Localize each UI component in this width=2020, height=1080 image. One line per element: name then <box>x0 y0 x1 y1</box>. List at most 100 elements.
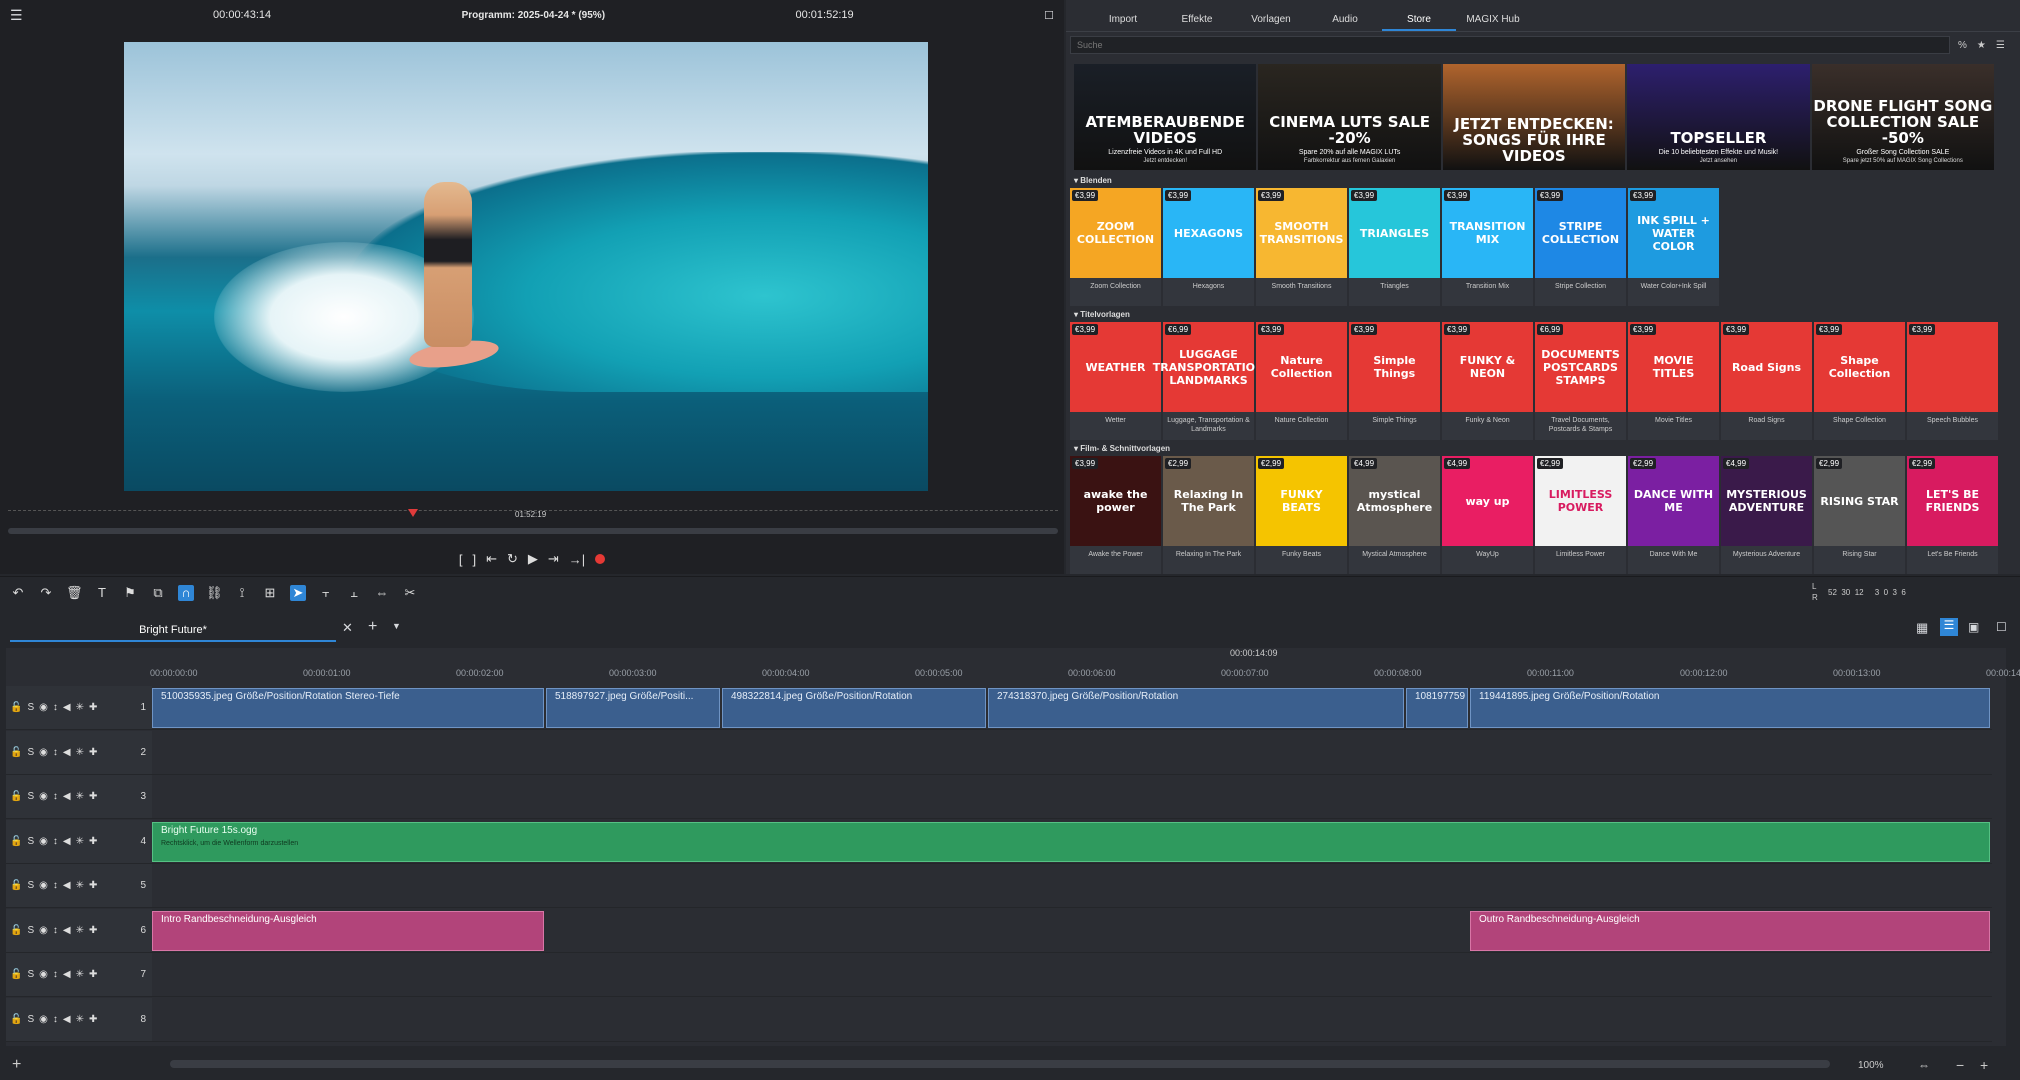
volume-icon[interactable]: ↕ <box>53 1014 58 1025</box>
store-item[interactable]: Shape Collection €3,99 Shape Collection <box>1814 322 1905 440</box>
link-icon[interactable]: ⛓ <box>206 585 223 601</box>
solo-icon[interactable]: S <box>27 747 34 758</box>
fx-icon[interactable]: ✳ <box>76 791 84 802</box>
track-lane[interactable]: Intro Randbeschneidung-Ausgleich Outro Ra… <box>152 908 1992 953</box>
scrub-track[interactable] <box>8 528 1058 534</box>
fx-icon[interactable]: ✳ <box>76 747 84 758</box>
zoom-out-icon[interactable]: − <box>1956 1057 1964 1073</box>
store-banner[interactable]: ATEMBERAUBENDE VIDEOS Lizenzfreie Videos … <box>1074 64 1257 170</box>
solo-icon[interactable]: S <box>27 880 34 891</box>
store-item[interactable]: Relaxing In The Park €2,99 Relaxing In The… <box>1163 456 1254 574</box>
eye-icon[interactable]: ◉ <box>39 880 48 891</box>
mute-icon[interactable]: ◀ <box>63 1014 71 1025</box>
zoom-fit-icon[interactable]: ⇔ <box>1918 1058 1930 1072</box>
store-item[interactable]: LUGGAGE TRANSPORTATION LANDMARKS €6,99 Lug… <box>1153 322 1264 440</box>
store-item[interactable]: WEATHER €3,99 Wetter <box>1070 322 1161 440</box>
audio-clip[interactable]: Bright Future 15s.ogg Rechtsklick, um die… <box>152 821 1990 862</box>
mute-icon[interactable]: ◀ <box>63 702 71 713</box>
add-tab-icon[interactable]: + <box>368 618 377 636</box>
pointer-icon[interactable]: ➤ <box>290 584 306 601</box>
move-icon[interactable]: ✚ <box>89 1014 97 1025</box>
store-banner[interactable]: JETZT ENTDECKEN: SONGS FÜR IHRE VIDEOS <box>1442 64 1626 170</box>
store-item[interactable]: ZOOM COLLECTION €3,99 Zoom Collection <box>1070 188 1161 306</box>
tab-store[interactable]: Store <box>1382 10 1456 31</box>
track-lane[interactable]: Bright Future 15s.ogg Rechtsklick, um die… <box>152 819 1992 864</box>
volume-icon[interactable]: ↕ <box>53 747 58 758</box>
cut-icon[interactable]: ✂ <box>402 585 418 601</box>
move-icon[interactable]: ✚ <box>89 702 97 713</box>
section-label[interactable]: ▾ Film- & Schnittvorlagen <box>1074 444 1170 453</box>
chevron-down-icon[interactable]: ▼ <box>392 621 401 631</box>
store-banner[interactable]: CINEMA LUTS SALE -20% Spare 20% auf alle … <box>1258 64 1441 170</box>
store-item[interactable]: MYSTERIOUS ADVENTURE €4,99 Mysterious Adve… <box>1721 456 1812 574</box>
track-lane[interactable] <box>152 997 1992 1042</box>
record-icon[interactable] <box>595 554 606 564</box>
mark-out-icon[interactable]: ] <box>472 552 476 567</box>
percent-icon[interactable]: % <box>1958 40 1967 51</box>
next-marker-icon[interactable]: ⇥ <box>548 551 559 567</box>
video-frame[interactable] <box>124 42 928 491</box>
store-item[interactable]: awake the power €3,99 Awake the Power <box>1070 456 1161 574</box>
stretch-icon[interactable]: ⇔ <box>374 585 390 601</box>
volume-icon[interactable]: ↕ <box>53 880 58 891</box>
redo-icon[interactable]: ↷ <box>38 585 54 601</box>
lock-icon[interactable]: 🔓 <box>10 880 22 891</box>
text-icon[interactable]: T <box>94 585 110 601</box>
volume-icon[interactable]: ↕ <box>53 836 58 847</box>
mute-icon[interactable]: ◀ <box>63 791 71 802</box>
section-label[interactable]: ▾ Titelvorlagen <box>1074 310 1130 319</box>
volume-icon[interactable]: ↕ <box>53 791 58 802</box>
track-lane[interactable] <box>152 864 1992 908</box>
fx-icon[interactable]: ✳ <box>76 969 84 980</box>
mute-icon[interactable]: ◀ <box>63 969 71 980</box>
move-icon[interactable]: ✚ <box>89 880 97 891</box>
store-item[interactable]: LIMITLESS POWER €2,99 Limitless Power <box>1535 456 1626 574</box>
fx-icon[interactable]: ✳ <box>76 925 84 936</box>
unlink-icon[interactable]: ⟟ <box>234 585 250 601</box>
ripple-icon[interactable]: ⫠ <box>346 585 362 601</box>
preview-scrubber[interactable]: 01:52:19 <box>0 500 1064 544</box>
eye-icon[interactable]: ◉ <box>39 836 48 847</box>
tab-audio[interactable]: Audio <box>1308 10 1382 31</box>
lock-icon[interactable]: 🔓 <box>10 791 22 802</box>
store-item[interactable]: RISING STAR €2,99 Rising Star <box>1814 456 1905 574</box>
banner-carousel[interactable]: ATEMBERAUBENDE VIDEOS Lizenzfreie Videos … <box>1074 64 1995 170</box>
section-label[interactable]: ▾ Blenden <box>1074 176 1112 185</box>
video-clip[interactable]: 510035935.jpeg Größe/Position/Rotation S… <box>152 688 544 728</box>
store-item[interactable]: FUNKY & NEON €3,99 Funky & Neon <box>1442 322 1533 440</box>
track-lane[interactable] <box>152 775 1992 819</box>
fx-icon[interactable]: ✳ <box>76 1014 84 1025</box>
move-icon[interactable]: ✚ <box>89 747 97 758</box>
go-start-icon[interactable]: ⇤ <box>486 551 497 567</box>
delete-icon[interactable]: 🗑 <box>66 585 83 601</box>
zoom-in-icon[interactable]: + <box>1980 1057 1988 1073</box>
mute-icon[interactable]: ◀ <box>63 747 71 758</box>
project-tab[interactable]: Bright Future* <box>10 620 336 642</box>
title-clip[interactable]: Outro Randbeschneidung-Ausgleich <box>1470 910 1990 951</box>
solo-icon[interactable]: S <box>27 969 34 980</box>
video-clip[interactable]: 274318370.jpeg Größe/Position/Rotation <box>988 688 1404 728</box>
close-tab-icon[interactable]: ✕ <box>342 620 353 636</box>
split-icon[interactable]: ⧉ <box>150 585 166 601</box>
store-search-input[interactable]: Suche <box>1070 36 1950 54</box>
undo-icon[interactable]: ↶ <box>10 585 26 601</box>
tab-effekte[interactable]: Effekte <box>1160 10 1234 31</box>
track-lane[interactable]: 510035935.jpeg Größe/Position/Rotation S… <box>152 686 1992 730</box>
storyboard-view-icon[interactable]: ▦ <box>1916 620 1928 636</box>
fx-icon[interactable]: ✳ <box>76 836 84 847</box>
tab-import[interactable]: Import <box>1086 10 1160 31</box>
horizontal-scrollbar[interactable] <box>170 1060 1830 1068</box>
play-icon[interactable]: ▶ <box>528 551 538 567</box>
lock-icon[interactable]: 🔓 <box>10 1014 22 1025</box>
scene-view-icon[interactable]: ▣ <box>1968 620 1979 634</box>
timeline-view-icon[interactable]: ☰ <box>1940 618 1958 636</box>
volume-icon[interactable]: ↕ <box>53 925 58 936</box>
store-banner[interactable]: TOPSELLER Die 10 beliebtesten Effekte und… <box>1627 64 1810 170</box>
video-clip[interactable]: 108197759 <box>1406 688 1468 728</box>
video-clip[interactable]: 498322814.jpeg Größe/Position/Rotation <box>722 688 986 728</box>
store-banner[interactable]: DRONE FLIGHT SONG COLLECTION SALE -50% Gr… <box>1811 64 1995 170</box>
move-icon[interactable]: ✚ <box>89 791 97 802</box>
tab-magix-hub[interactable]: MAGIX Hub <box>1456 10 1530 31</box>
store-item[interactable]: INK SPILL + WATER COLOR €3,99 Water Color+… <box>1628 188 1719 306</box>
eye-icon[interactable]: ◉ <box>39 969 48 980</box>
